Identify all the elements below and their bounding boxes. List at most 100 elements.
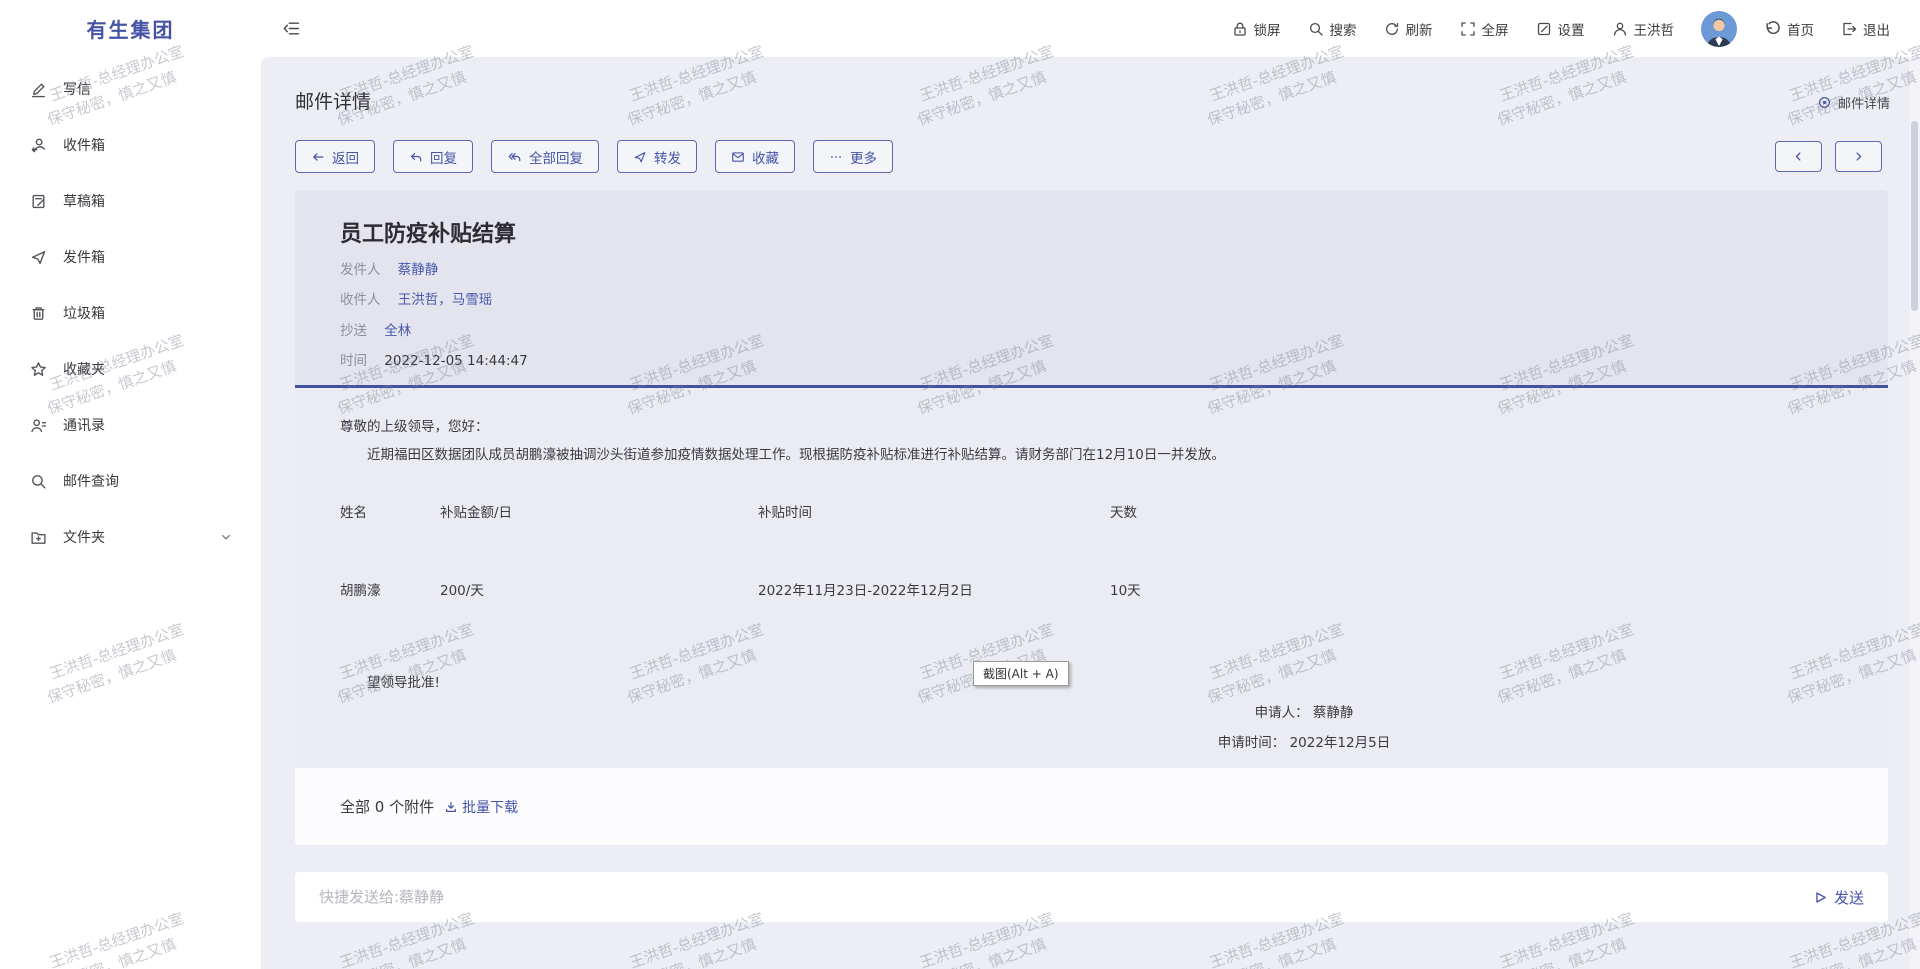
mail-toolbar: 返回 回复 全部回复 (295, 140, 893, 173)
sidebar-item-folders[interactable]: 文件夹 (0, 509, 261, 565)
trash-icon (29, 305, 47, 322)
forward-icon (633, 150, 647, 164)
body-closing: 望领导批准! (367, 671, 440, 691)
reply-all-button[interactable]: 全部回复 (491, 140, 599, 173)
home-label: 首页 (1787, 19, 1814, 39)
prev-mail-button[interactable] (1775, 141, 1822, 172)
cc-contact[interactable]: 全林 (384, 323, 411, 339)
logout-label: 退出 (1863, 19, 1890, 39)
favorite-button[interactable]: 收藏 (715, 140, 795, 173)
mail-subject: 员工防疫补贴结算 (340, 216, 1843, 248)
body-paragraph: 近期福田区数据团队成员胡鹏濠被抽调沙头街道参加疫情数据处理工作。现根据防疫补贴标… (367, 443, 1667, 463)
sidebar-item-trash[interactable]: 垃圾箱 (0, 285, 261, 341)
current-user[interactable]: 王洪哲 (1612, 19, 1675, 39)
table-cell-days: 10天 (1110, 579, 1141, 599)
sidebar-item-inbox[interactable]: 收件箱 (0, 117, 261, 173)
table-cell-period: 2022年11月23日-2022年12月2日 (758, 579, 973, 599)
screenshot-tooltip: 截图(Alt + A) (973, 661, 1069, 686)
sidebar-item-contacts[interactable]: 通讯录 (0, 397, 261, 453)
table-cell-name: 胡鹏濠 (340, 579, 381, 599)
to-contacts[interactable]: 王洪哲，马雪瑶 (398, 292, 493, 308)
reply-label: 回复 (430, 147, 457, 167)
settings-icon (1536, 21, 1552, 37)
more-button[interactable]: 更多 (813, 140, 893, 173)
apply-time-line: 申请时间： 2022年12月5日 (1104, 731, 1504, 751)
send-icon (1813, 890, 1828, 905)
reply-all-label: 全部回复 (529, 147, 583, 167)
topbar: 锁屏 搜索 刷新 (0, 0, 1920, 57)
refresh-button[interactable]: 刷新 (1384, 19, 1433, 39)
fullscreen-icon (1460, 21, 1476, 37)
next-mail-button[interactable] (1835, 141, 1882, 172)
from-contact[interactable]: 蔡静静 (398, 262, 439, 278)
settings-button[interactable]: 设置 (1536, 19, 1585, 39)
batch-download-label: 批量下载 (462, 797, 518, 817)
chevron-left-icon (1793, 151, 1804, 162)
forward-label: 转发 (654, 147, 681, 167)
scrollbar-track (1909, 57, 1920, 969)
sent-icon (29, 249, 47, 266)
chevron-down-icon (217, 531, 235, 543)
location-pin-icon (1817, 95, 1832, 110)
body-greeting: 尊敬的上级领导，您好： (340, 415, 489, 435)
reply-button[interactable]: 回复 (393, 140, 473, 173)
fullscreen-button[interactable]: 全屏 (1460, 19, 1509, 39)
mail-detail-card: 员工防疫补贴结算 发件人 蔡静静 收件人 王洪哲，马雪瑶 抄送 全林 时间 20… (295, 190, 1888, 845)
mail-from-row: 发件人 蔡静静 (340, 261, 1843, 279)
sidebar: 有生集团 写信 收件箱 (0, 0, 261, 969)
table-header-name: 姓名 (340, 501, 367, 521)
home-button[interactable]: 首页 (1764, 19, 1814, 39)
menu-fold-icon[interactable] (283, 20, 300, 37)
mail-search-icon (29, 473, 47, 490)
mail-cc-row: 抄送 全林 (340, 322, 1843, 340)
sidebar-item-favorites[interactable]: 收藏夹 (0, 341, 261, 397)
sidebar-item-sent[interactable]: 发件箱 (0, 229, 261, 285)
lock-screen-button[interactable]: 锁屏 (1232, 19, 1281, 39)
table-header-amount: 补贴金额/日 (440, 501, 512, 521)
send-button[interactable]: 发送 (1813, 887, 1864, 908)
time-value: 2022-12-05 14:44:47 (384, 353, 527, 369)
mail-app-window: 锁屏 搜索 刷新 (0, 0, 1920, 969)
star-icon (29, 361, 47, 378)
back-label: 返回 (332, 147, 359, 167)
main-content: 邮件详情 邮件详情 返回 (261, 57, 1920, 969)
cc-label: 抄送 (340, 323, 367, 339)
attachments-bar: 全部 0 个附件 批量下载 (295, 768, 1888, 845)
to-label: 收件人 (340, 292, 381, 308)
mail-body: 尊敬的上级领导，您好： 近期福田区数据团队成员胡鹏濠被抽调沙头街道参加疫情数据处… (295, 388, 1888, 768)
drafts-icon (29, 193, 47, 210)
logout-button[interactable]: 退出 (1841, 19, 1890, 39)
applicant-line: 申请人： 蔡静静 (1104, 701, 1504, 721)
download-icon (444, 800, 458, 814)
quick-send-input[interactable] (319, 888, 1813, 906)
scrollbar-thumb[interactable] (1911, 121, 1918, 311)
more-label: 更多 (850, 147, 877, 167)
contacts-icon (29, 417, 47, 434)
lock-screen-label: 锁屏 (1254, 19, 1281, 39)
mail-time-row: 时间 2022-12-05 14:44:47 (340, 352, 1843, 370)
sidebar-item-drafts[interactable]: 草稿箱 (0, 173, 261, 229)
sidebar-item-mail-search[interactable]: 邮件查询 (0, 453, 261, 509)
table-header-days: 天数 (1110, 501, 1137, 521)
reply-icon (409, 150, 423, 164)
app-logo: 有生集团 (0, 14, 261, 43)
user-icon (1612, 21, 1628, 37)
inbox-icon (29, 137, 47, 154)
search-button[interactable]: 搜索 (1308, 19, 1357, 39)
avatar[interactable] (1701, 11, 1737, 47)
page-title: 邮件详情 (295, 87, 371, 114)
search-icon (1308, 21, 1324, 37)
reply-all-icon (507, 150, 522, 164)
search-label: 搜索 (1330, 19, 1357, 39)
topbar-actions: 锁屏 搜索 刷新 (1232, 11, 1920, 47)
settings-label: 设置 (1558, 19, 1585, 39)
send-label: 发送 (1834, 887, 1864, 908)
sidebar-item-compose[interactable]: 写信 (0, 61, 261, 117)
mail-header: 员工防疫补贴结算 发件人 蔡静静 收件人 王洪哲，马雪瑶 抄送 全林 时间 20… (295, 190, 1888, 385)
forward-button[interactable]: 转发 (617, 140, 697, 173)
from-label: 发件人 (340, 262, 381, 278)
current-user-name: 王洪哲 (1634, 19, 1675, 39)
back-button[interactable]: 返回 (295, 140, 375, 173)
fullscreen-label: 全屏 (1482, 19, 1509, 39)
batch-download-link[interactable]: 批量下载 (444, 797, 518, 817)
